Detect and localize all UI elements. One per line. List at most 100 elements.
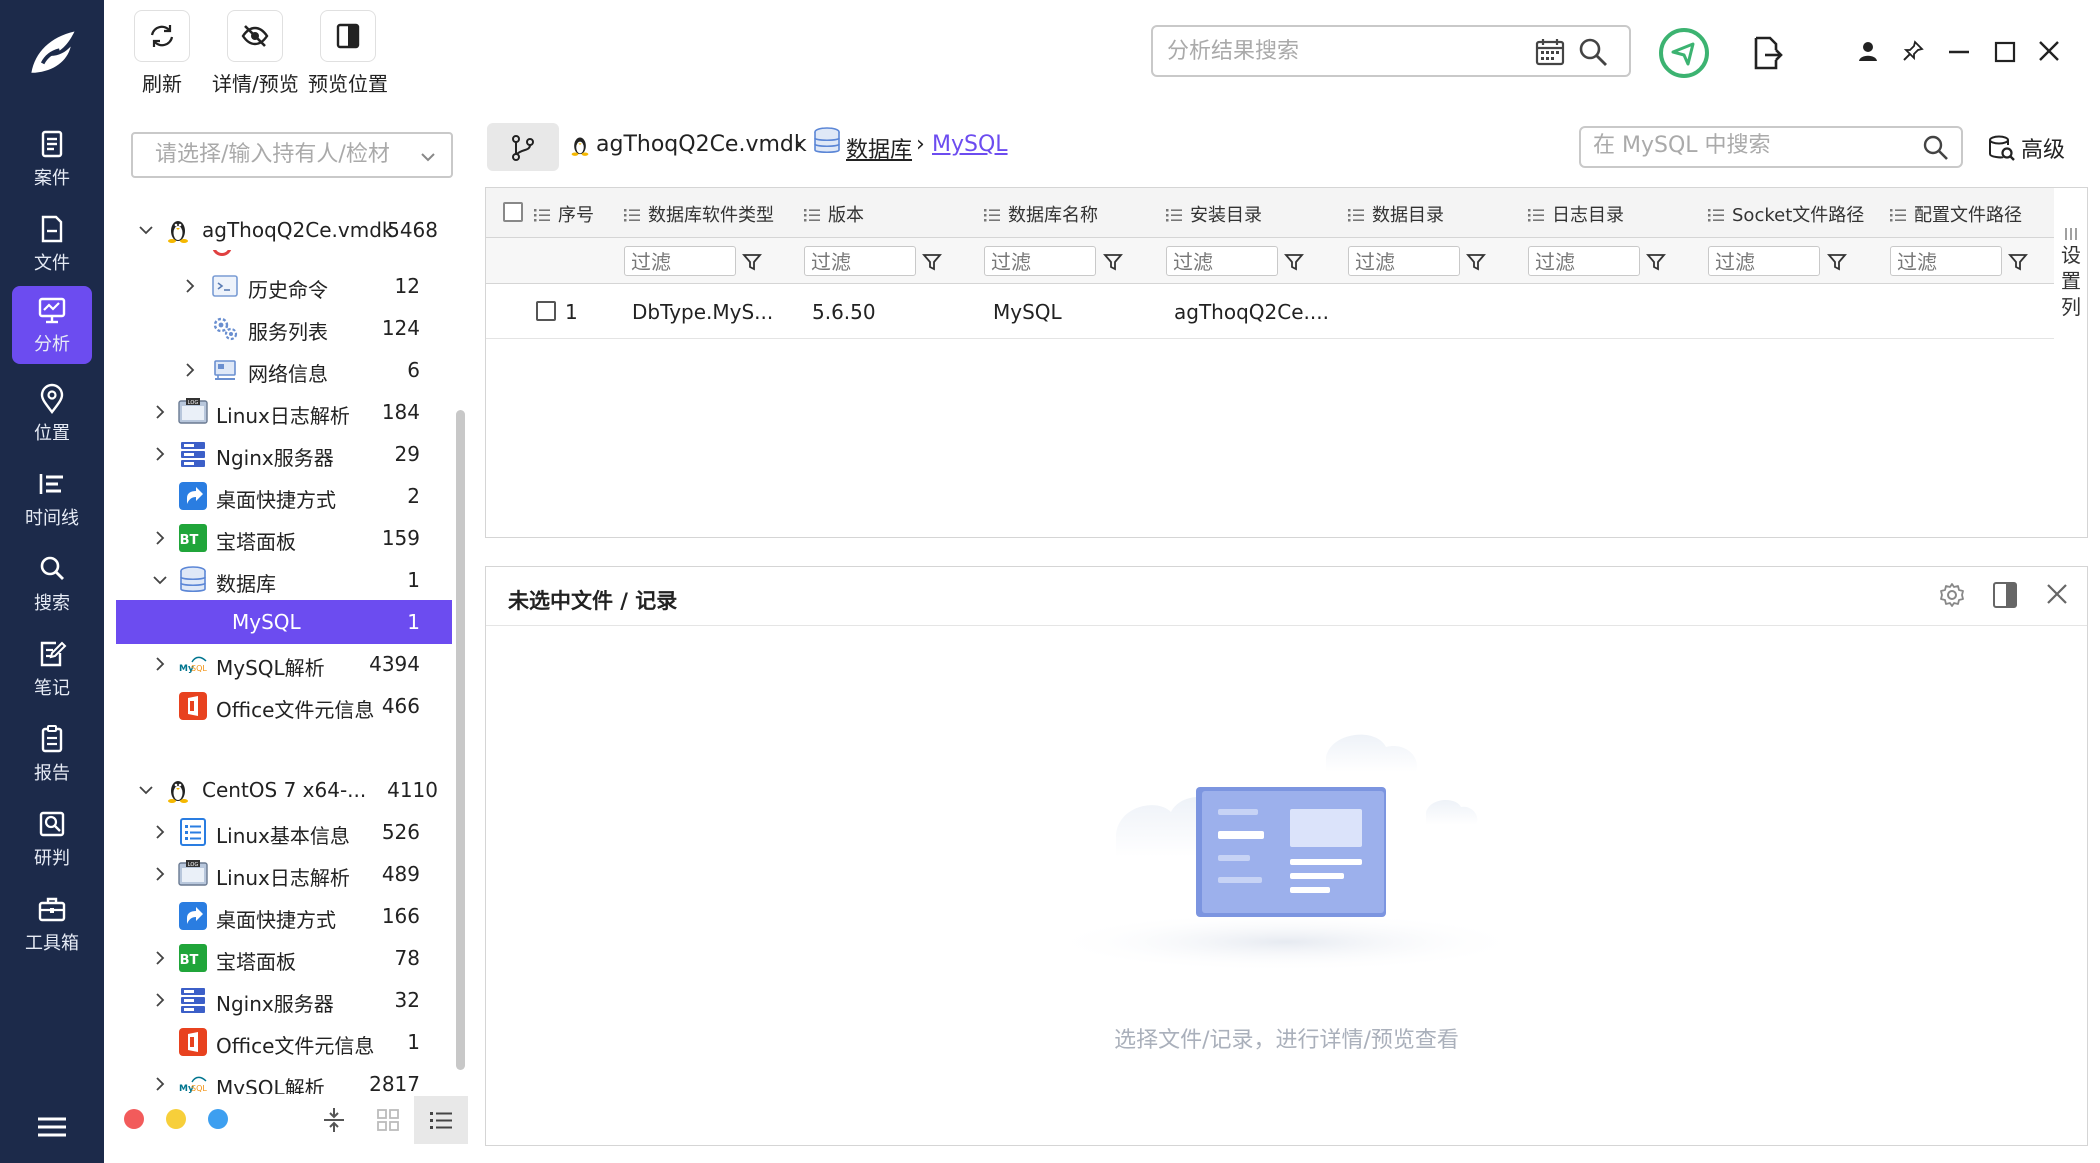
- filter-input[interactable]: [631, 250, 729, 274]
- minimize-icon[interactable]: [1948, 50, 1970, 54]
- hamburger-menu-icon[interactable]: [36, 1113, 68, 1141]
- nav-search[interactable]: 搜索: [12, 545, 92, 623]
- filter-field[interactable]: [1890, 246, 2002, 276]
- blue-dot-filter[interactable]: [208, 1109, 228, 1129]
- filter-input[interactable]: [1173, 250, 1271, 274]
- holder-select-input[interactable]: [155, 142, 415, 167]
- filter-icon[interactable]: [742, 252, 762, 272]
- advanced-search-button[interactable]: 高级: [1987, 130, 2077, 166]
- gear-icon[interactable]: [1938, 581, 1966, 609]
- tree-item-centos[interactable]: CentOS 7 x64-... 4110: [116, 770, 452, 810]
- search-icon[interactable]: [1578, 37, 1608, 67]
- tree-item-office-meta[interactable]: Office文件元信息 466: [116, 686, 452, 726]
- column-header[interactable]: 版本: [804, 201, 864, 227]
- filter-input[interactable]: [1355, 250, 1453, 274]
- tree-item-linux-basic[interactable]: Linux基本信息 526: [116, 812, 452, 852]
- chevron-right-icon[interactable]: [152, 656, 168, 672]
- chevron-right-icon[interactable]: [182, 362, 198, 378]
- search-icon[interactable]: [1923, 135, 1949, 161]
- holder-select[interactable]: [131, 132, 453, 178]
- filter-input[interactable]: [811, 250, 909, 274]
- maximize-icon[interactable]: [1994, 41, 2016, 63]
- nav-location[interactable]: 位置: [12, 375, 92, 453]
- chevron-right-icon[interactable]: [182, 278, 198, 294]
- panel-right-icon[interactable]: [1992, 581, 2018, 609]
- red-dot-filter[interactable]: [124, 1109, 144, 1129]
- tree-item-desktop-shortcut[interactable]: 桌面快捷方式 2: [116, 476, 452, 516]
- filter-field[interactable]: [984, 246, 1096, 276]
- filter-icon[interactable]: [2008, 252, 2028, 272]
- filter-field[interactable]: [1348, 246, 1460, 276]
- list-view-button[interactable]: [414, 1096, 468, 1144]
- tree-item-network[interactable]: 网络信息 6: [116, 350, 452, 390]
- filter-icon[interactable]: [1284, 252, 1304, 272]
- tree-item-nginx-2[interactable]: Nginx服务器 32: [116, 980, 452, 1020]
- global-search-box[interactable]: [1151, 25, 1631, 77]
- tree-item-baota-2[interactable]: BT 宝塔面板 78: [116, 938, 452, 978]
- global-search-input[interactable]: [1167, 35, 1527, 67]
- nav-report[interactable]: 报告: [12, 715, 92, 793]
- column-header[interactable]: 配置文件路径: [1890, 201, 2022, 227]
- filter-input[interactable]: [1897, 250, 1995, 274]
- row-checkbox[interactable]: [536, 301, 556, 321]
- user-icon[interactable]: [1857, 40, 1879, 62]
- branch-button[interactable]: [487, 123, 559, 171]
- shield-status-icon[interactable]: [1658, 27, 1710, 79]
- filter-icon[interactable]: [1646, 252, 1666, 272]
- grid-view-icon[interactable]: [376, 1108, 400, 1132]
- column-header[interactable]: 日志目录: [1528, 201, 1624, 227]
- chevron-right-icon[interactable]: [152, 1076, 168, 1092]
- filter-input[interactable]: [991, 250, 1089, 274]
- close-icon[interactable]: [2046, 583, 2068, 605]
- table-row[interactable]: 1 DbType.MyS... 5.6.50 MySQL agThoqQ2Ce.…: [486, 285, 2054, 339]
- filter-field[interactable]: [1708, 246, 1820, 276]
- chevron-down-icon[interactable]: [138, 222, 154, 238]
- column-header[interactable]: 数据库名称: [984, 201, 1098, 227]
- filter-icon[interactable]: [1466, 252, 1486, 272]
- preview-position-tool[interactable]: 预览位置: [308, 10, 388, 97]
- refresh-button[interactable]: [134, 10, 190, 62]
- tree-item-desktop-shortcut-2[interactable]: 桌面快捷方式 166: [116, 896, 452, 936]
- nav-judge[interactable]: 研判: [12, 800, 92, 878]
- column-header[interactable]: 序号: [534, 201, 594, 227]
- chevron-right-icon[interactable]: [152, 950, 168, 966]
- nav-analysis[interactable]: 分析: [12, 286, 92, 364]
- export-icon[interactable]: [1753, 36, 1783, 70]
- tree-item-database[interactable]: 数据库 1: [116, 560, 452, 600]
- chevron-right-icon[interactable]: [152, 404, 168, 420]
- table-search-box[interactable]: [1579, 126, 1963, 168]
- filter-field[interactable]: [624, 246, 736, 276]
- nav-notes[interactable]: 笔记: [12, 630, 92, 708]
- column-header[interactable]: Socket文件路径: [1708, 201, 1864, 227]
- tree-item-agthoq[interactable]: agThoqQ2Ce.vmdk 5468: [116, 210, 452, 250]
- filter-field[interactable]: [1166, 246, 1278, 276]
- close-icon[interactable]: [2038, 40, 2060, 62]
- refresh-tool[interactable]: 刷新: [134, 10, 190, 97]
- tree-item-linux-log-2[interactable]: LOG Linux日志解析 489: [116, 854, 452, 894]
- chevron-right-icon[interactable]: [152, 992, 168, 1008]
- tree-item-linux-log[interactable]: LOG Linux日志解析 184: [116, 392, 452, 432]
- tree-item-office-meta-2[interactable]: Office文件元信息 1: [116, 1022, 452, 1062]
- nav-toolbox[interactable]: 工具箱: [12, 885, 92, 963]
- column-settings-tab[interactable]: 设置列: [2054, 187, 2088, 538]
- column-header[interactable]: 数据目录: [1348, 201, 1444, 227]
- tree-item-mysql[interactable]: MySQL 1: [116, 600, 452, 644]
- breadcrumb-vmdk[interactable]: agThoqQ2Ce.vmdk: [596, 132, 807, 157]
- pin-icon[interactable]: [1902, 40, 1924, 62]
- filter-icon[interactable]: [1103, 252, 1123, 272]
- chevron-down-icon[interactable]: [138, 782, 154, 798]
- chevron-right-icon[interactable]: [152, 824, 168, 840]
- tree-item-mysql-parse-2[interactable]: My SQL MySQL解析 2817: [116, 1064, 452, 1094]
- preview-position-button[interactable]: [320, 10, 376, 62]
- filter-input[interactable]: [1535, 250, 1633, 274]
- filter-icon[interactable]: [1827, 252, 1847, 272]
- chevron-right-icon[interactable]: [152, 866, 168, 882]
- tree-item-history[interactable]: 历史命令 12: [116, 266, 452, 306]
- nav-case[interactable]: 案件: [12, 120, 92, 198]
- column-header[interactable]: 安装目录: [1166, 201, 1262, 227]
- tree-item-services[interactable]: 服务列表 124: [116, 308, 452, 348]
- filter-icon[interactable]: [922, 252, 942, 272]
- chevron-right-icon[interactable]: [152, 446, 168, 462]
- chevron-right-icon[interactable]: [152, 530, 168, 546]
- tree-item-mysql-parse[interactable]: My SQL MySQL解析 4394: [116, 644, 452, 684]
